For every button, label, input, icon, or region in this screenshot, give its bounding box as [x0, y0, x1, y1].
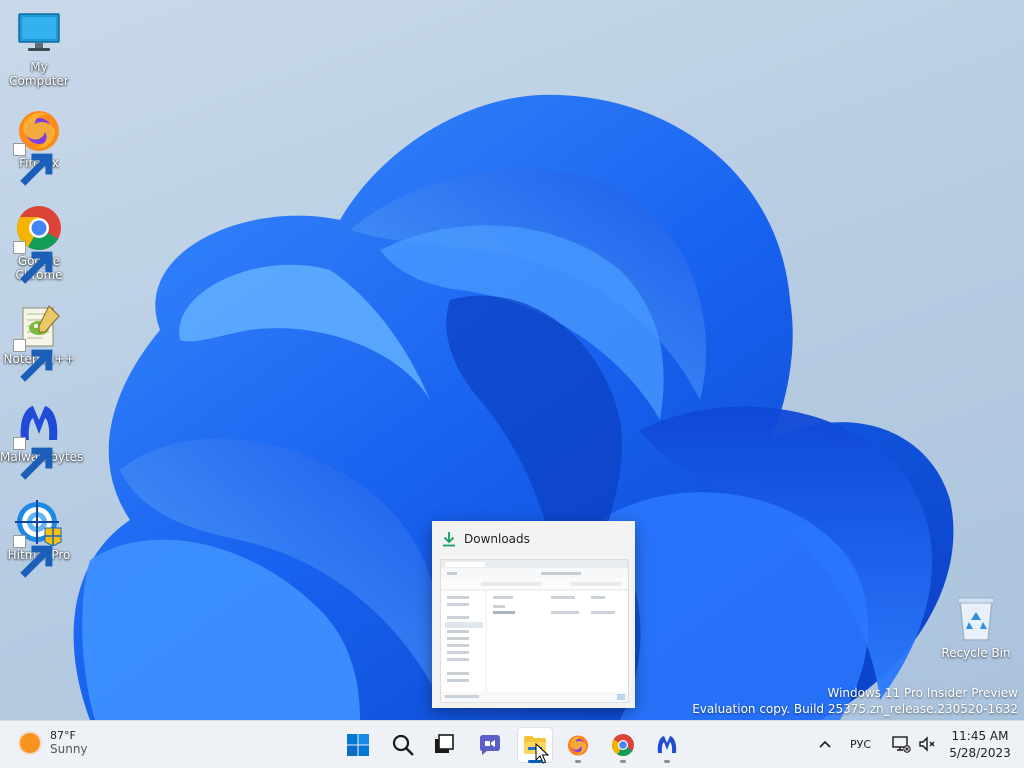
thumbnail-title: Downloads: [464, 532, 530, 546]
desktop-icon-google-chrome[interactable]: Google Chrome: [0, 204, 78, 284]
task-view-button[interactable]: [426, 727, 462, 763]
mouse-cursor-icon: [535, 743, 549, 764]
firefox-icon: [13, 106, 63, 186]
volume-muted-icon[interactable]: [917, 734, 937, 754]
malwarebytes-icon: [657, 736, 677, 753]
running-indicator: [620, 760, 626, 763]
explorer-thumbnail-preview[interactable]: Downloads: [432, 521, 635, 708]
taskbar: 87°F Sunny РУС 11:45 AM 5/28/2023: [0, 720, 1024, 768]
sun-icon: [20, 732, 40, 753]
shortcut-arrow-icon: [13, 143, 53, 186]
system-clock[interactable]: 11:45 AM 5/28/2023: [944, 728, 1016, 762]
start-button[interactable]: [340, 727, 376, 763]
shortcut-arrow-icon: [13, 241, 53, 284]
watermark-line-1: Windows 11 Pro Insider Preview: [827, 686, 1018, 700]
monitor-icon: [15, 10, 63, 58]
desktop-icon-firefox[interactable]: Firefox: [0, 106, 78, 186]
shortcut-arrow-icon: [13, 339, 53, 382]
weather-widget[interactable]: 87°F Sunny: [20, 729, 88, 756]
desktop-icon-notepad-plus-plus[interactable]: Notepad++: [0, 302, 78, 382]
desktop-icon-recycle-bin[interactable]: Recycle Bin: [940, 594, 1012, 660]
search-button[interactable]: [385, 727, 421, 763]
download-icon: [443, 532, 455, 547]
desktop-icon-my-computer[interactable]: My Computer: [0, 10, 78, 88]
notepad-plus-plus-icon: [13, 302, 63, 382]
chrome-icon: [612, 734, 634, 756]
search-icon: [392, 734, 414, 756]
windows-logo-icon: [347, 734, 369, 756]
malwarebytes-icon: [13, 400, 63, 480]
hitmanpro-icon: [13, 498, 63, 578]
chrome-taskbar-button[interactable]: [605, 727, 641, 763]
task-view-icon: [435, 734, 454, 753]
input-language-indicator[interactable]: РУС: [850, 738, 871, 751]
running-indicator: [664, 760, 670, 763]
clock-time: 11:45 AM: [951, 729, 1009, 743]
weather-temperature: 87°F: [50, 729, 76, 742]
running-indicator: [575, 760, 581, 763]
chrome-icon: [13, 204, 63, 284]
desktop-icon-label: My Computer: [9, 60, 69, 88]
chat-button[interactable]: [472, 727, 508, 763]
firefox-icon: [568, 735, 588, 756]
thumbnail-header: Downloads: [432, 521, 635, 557]
chat-icon: [480, 735, 500, 755]
shortcut-arrow-icon: [13, 437, 53, 480]
weather-condition: Sunny: [50, 742, 88, 756]
clock-date: 5/28/2023: [949, 746, 1011, 760]
network-icon[interactable]: [891, 734, 911, 754]
desktop-icon-malwarebytes[interactable]: Malwarebytes: [0, 400, 83, 480]
watermark-line-2: Evaluation copy. Build 25375.zn_release.…: [692, 702, 1018, 716]
desktop-icon-hitmanpro[interactable]: HitmanPro: [0, 498, 78, 578]
recycle-bin-icon: [957, 597, 995, 641]
malwarebytes-taskbar-button[interactable]: [649, 727, 685, 763]
evaluation-watermark: Windows 11 Pro Insider Preview Evaluatio…: [692, 685, 1018, 717]
shortcut-arrow-icon: [13, 535, 53, 578]
recycle-bin-label: Recycle Bin: [941, 646, 1011, 660]
firefox-taskbar-button[interactable]: [560, 727, 596, 763]
thumbnail-window-snapshot: [440, 559, 629, 703]
chevron-up-icon[interactable]: [815, 735, 835, 755]
